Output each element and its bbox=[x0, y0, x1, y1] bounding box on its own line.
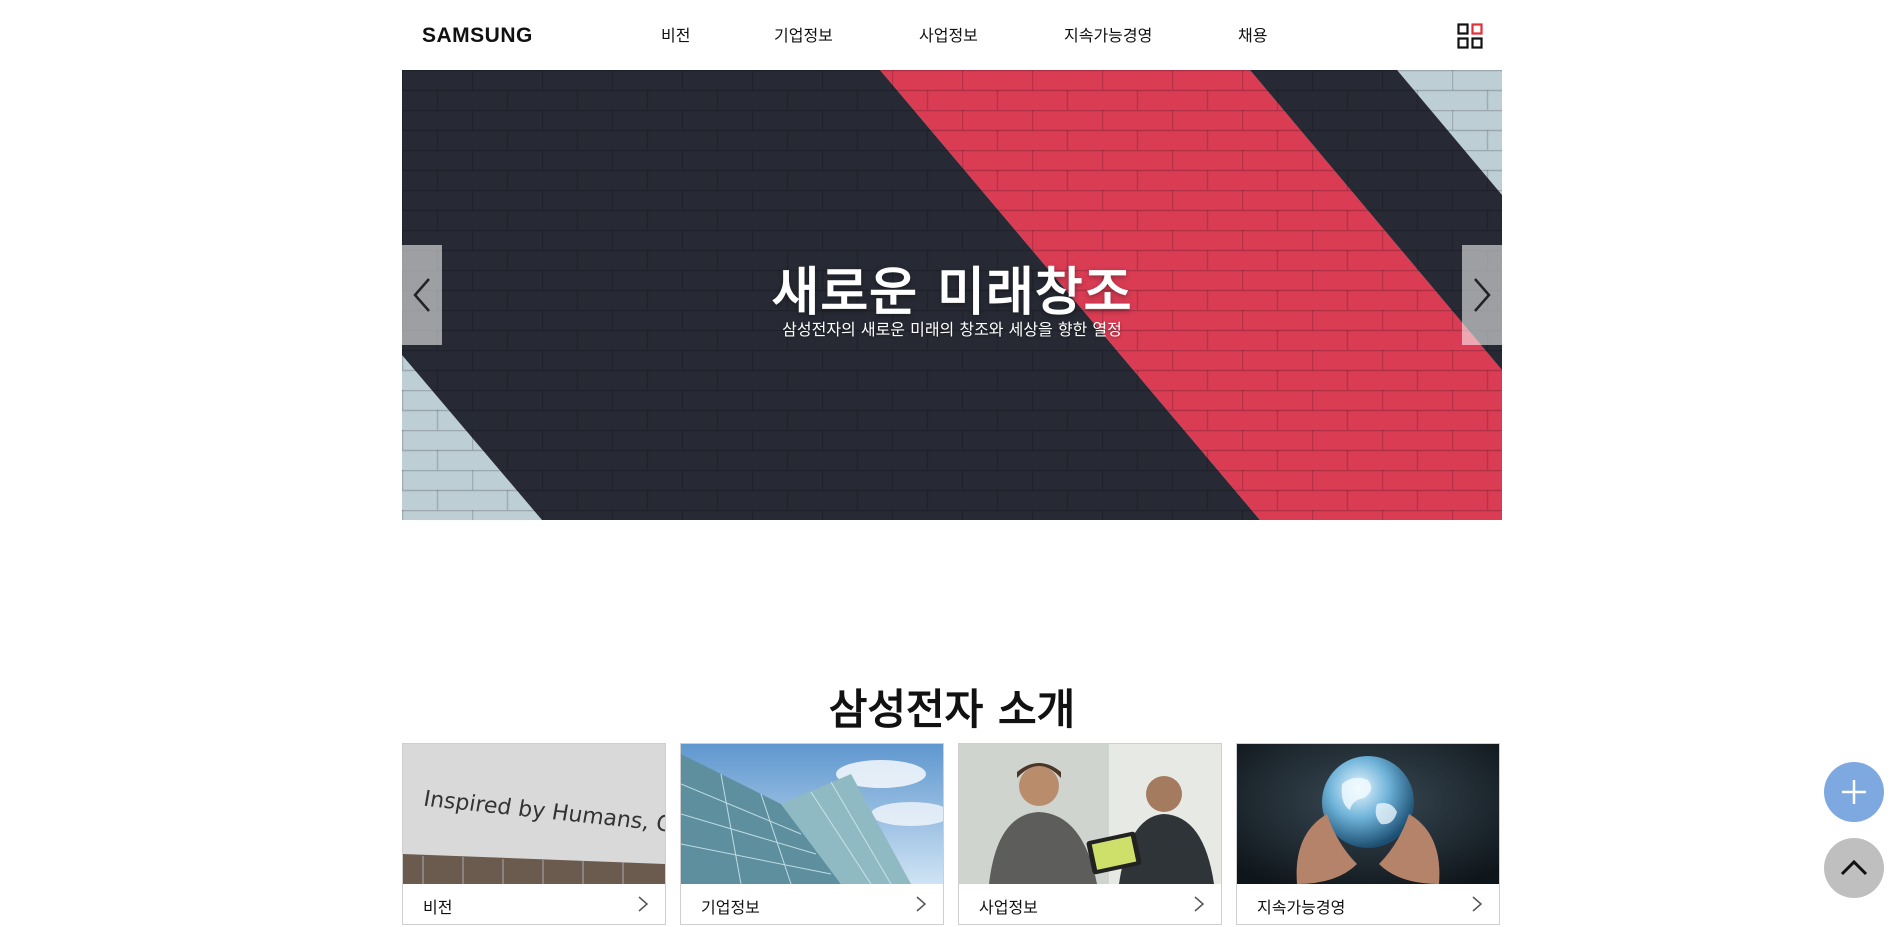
card-vision[interactable]: Inspired by Humans, Creating the Future … bbox=[402, 743, 666, 925]
plus-icon bbox=[1842, 780, 1866, 804]
slide-prev-button[interactable] bbox=[402, 245, 442, 345]
main-nav: 비전 기업정보 사업정보 지속가능경영 채용 bbox=[400, 22, 1500, 46]
hero-banner: 새로운 미래창조 삼성전자의 새로운 미래의 창조와 세상을 향한 열정 bbox=[402, 70, 1502, 520]
chevron-right-icon bbox=[638, 896, 649, 912]
intro-cards: Inspired by Humans, Creating the Future … bbox=[402, 743, 1502, 925]
nav-item-business-info[interactable]: 사업정보 bbox=[919, 22, 978, 46]
header: SAMSUNG 비전 기업정보 사업정보 지속가능경영 채용 bbox=[400, 0, 1500, 70]
chevron-left-icon bbox=[413, 278, 430, 312]
nav-item-careers[interactable]: 채용 bbox=[1238, 22, 1267, 46]
chevron-right-icon bbox=[1472, 896, 1483, 912]
chevron-right-icon bbox=[1474, 278, 1491, 312]
card-company-info[interactable]: 기업정보 bbox=[680, 743, 944, 925]
expand-button[interactable] bbox=[1824, 762, 1884, 822]
hero-title: 새로운 미래창조 bbox=[771, 263, 1133, 323]
slide-next-button[interactable] bbox=[1462, 245, 1502, 345]
card-label: 기업정보 bbox=[701, 898, 760, 917]
nav-item-company-info[interactable]: 기업정보 bbox=[774, 22, 833, 46]
chevron-right-icon bbox=[916, 896, 927, 912]
page: SAMSUNG 비전 기업정보 사업정보 지속가능경영 채용 새로운 미래창조 … bbox=[0, 0, 1903, 927]
business-meeting-image bbox=[959, 744, 1221, 884]
building-image bbox=[681, 744, 943, 884]
vision-image: Inspired by Humans, Creating the Future bbox=[403, 744, 665, 884]
nav-item-sustainability[interactable]: 지속가능경영 bbox=[1064, 22, 1152, 46]
chevron-right-icon bbox=[1194, 896, 1205, 912]
globe-hands-image bbox=[1237, 744, 1499, 884]
card-business-info[interactable]: 사업정보 bbox=[958, 743, 1222, 925]
hero-subtitle: 삼성전자의 새로운 미래의 창조와 세상을 향한 열정 bbox=[782, 320, 1122, 339]
card-label: 지속가능경영 bbox=[1257, 898, 1346, 917]
chevron-up-icon bbox=[1840, 859, 1868, 876]
section-title: 삼성전자 소개 bbox=[828, 685, 1076, 734]
scroll-to-top-button[interactable] bbox=[1824, 838, 1884, 898]
card-label: 사업정보 bbox=[979, 898, 1038, 917]
grid-menu-icon[interactable] bbox=[1457, 23, 1483, 49]
card-label: 비전 bbox=[423, 898, 453, 917]
card-sustainability[interactable]: 지속가능경영 bbox=[1236, 743, 1500, 925]
nav-item-vision[interactable]: 비전 bbox=[661, 22, 690, 46]
